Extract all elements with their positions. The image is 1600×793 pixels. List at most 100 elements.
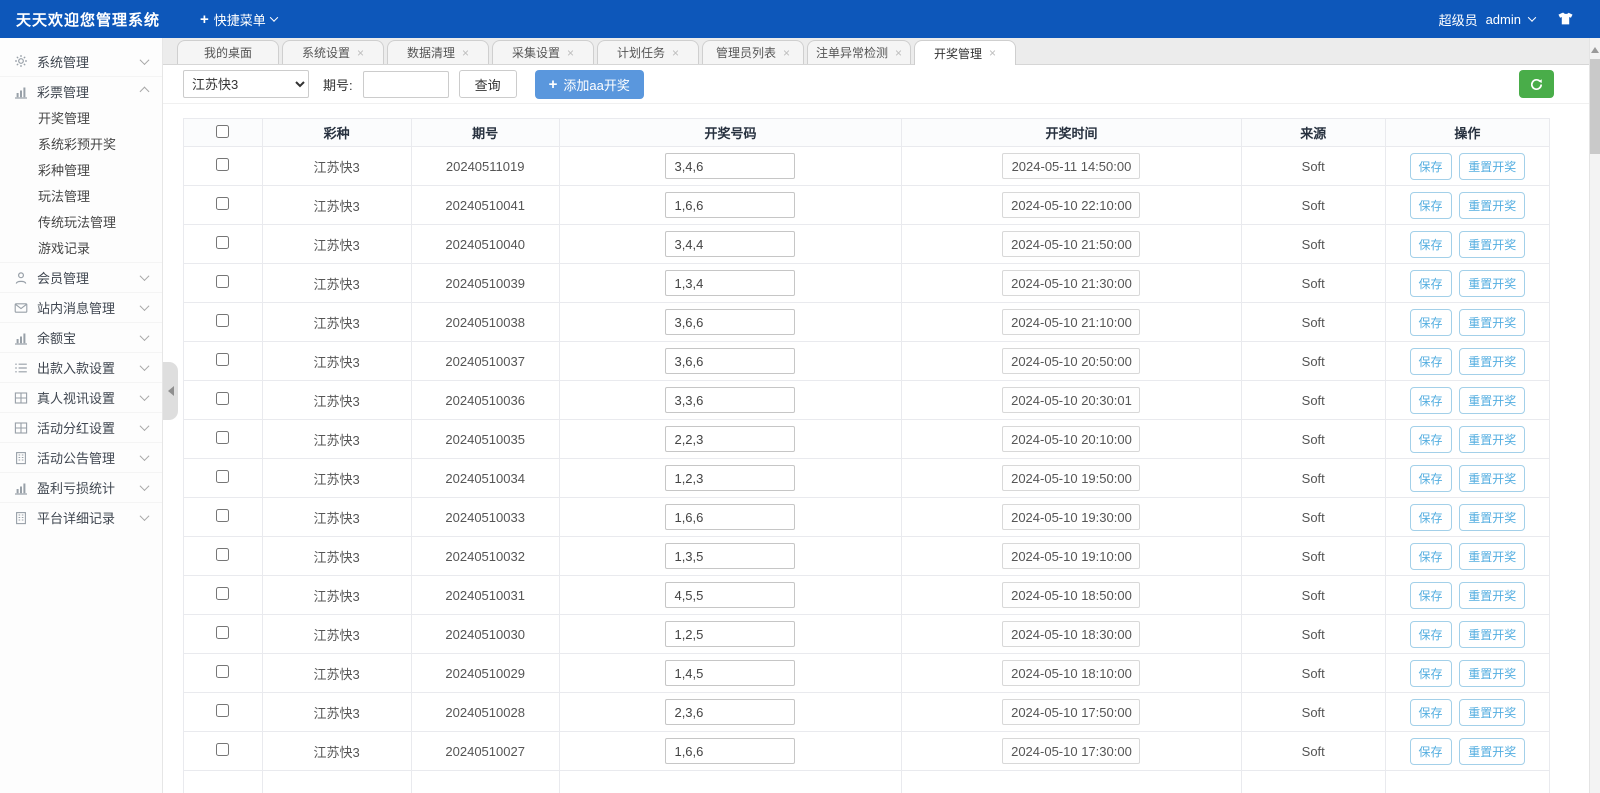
save-button[interactable]: 保存 (1410, 699, 1452, 726)
sidebar-item[interactable]: 真人视讯设置 (0, 382, 162, 412)
row-checkbox[interactable] (216, 704, 229, 717)
draw-numbers-input[interactable] (665, 738, 795, 764)
reset-draw-button[interactable]: 重置开奖 (1459, 231, 1525, 258)
draw-time-input[interactable] (1002, 504, 1140, 530)
draw-time-input[interactable] (1002, 582, 1140, 608)
tab-close-icon[interactable]: × (783, 46, 790, 60)
reset-draw-button[interactable]: 重置开奖 (1459, 192, 1525, 219)
draw-time-input[interactable] (1002, 153, 1140, 179)
draw-time-input[interactable] (1002, 309, 1140, 335)
sidebar-subitem[interactable]: 彩种管理 (0, 158, 162, 184)
tab-close-icon[interactable]: × (462, 46, 469, 60)
tab-close-icon[interactable]: × (989, 46, 996, 60)
save-button[interactable]: 保存 (1410, 231, 1452, 258)
save-button[interactable]: 保存 (1410, 465, 1452, 492)
quick-menu-button[interactable]: + 快捷菜单 (200, 10, 277, 29)
row-checkbox[interactable] (216, 665, 229, 678)
draw-time-input[interactable] (1002, 699, 1140, 725)
row-checkbox[interactable] (216, 548, 229, 561)
reset-draw-button[interactable]: 重置开奖 (1459, 309, 1525, 336)
draw-time-input[interactable] (1002, 387, 1140, 413)
draw-numbers-input[interactable] (665, 621, 795, 647)
sidebar-item[interactable]: 出款入款设置 (0, 352, 162, 382)
row-checkbox[interactable] (216, 587, 229, 600)
row-checkbox[interactable] (216, 392, 229, 405)
tab-close-icon[interactable]: × (895, 46, 902, 60)
save-button[interactable]: 保存 (1410, 309, 1452, 336)
save-button[interactable]: 保存 (1410, 426, 1452, 453)
save-button[interactable]: 保存 (1410, 153, 1452, 180)
save-button[interactable]: 保存 (1410, 582, 1452, 609)
draw-numbers-input[interactable] (665, 309, 795, 335)
sidebar-item[interactable]: 余额宝 (0, 322, 162, 352)
draw-numbers-input[interactable] (665, 153, 795, 179)
tab[interactable]: 计划任务 × (597, 40, 699, 64)
row-checkbox[interactable] (216, 236, 229, 249)
draw-numbers-input[interactable] (665, 699, 795, 725)
sidebar-item[interactable]: 活动分红设置 (0, 412, 162, 442)
draw-numbers-input[interactable] (665, 582, 795, 608)
reset-draw-button[interactable]: 重置开奖 (1459, 387, 1525, 414)
row-checkbox[interactable] (216, 158, 229, 171)
reset-draw-button[interactable]: 重置开奖 (1459, 465, 1525, 492)
tab[interactable]: 数据清理 × (387, 40, 489, 64)
reset-draw-button[interactable]: 重置开奖 (1459, 543, 1525, 570)
row-checkbox[interactable] (216, 353, 229, 366)
sidebar-subitem[interactable]: 传统玩法管理 (0, 210, 162, 236)
row-checkbox[interactable] (216, 509, 229, 522)
sidebar-item[interactable]: 盈利亏损统计 (0, 472, 162, 502)
tab-close-icon[interactable]: × (567, 46, 574, 60)
tab[interactable]: 采集设置 × (492, 40, 594, 64)
draw-numbers-input[interactable] (665, 504, 795, 530)
sidebar-item[interactable]: 活动公告管理 (0, 442, 162, 472)
reset-draw-button[interactable]: 重置开奖 (1459, 582, 1525, 609)
refresh-button[interactable] (1519, 70, 1554, 98)
draw-time-input[interactable] (1002, 231, 1140, 257)
draw-time-input[interactable] (1002, 543, 1140, 569)
row-checkbox[interactable] (216, 470, 229, 483)
sidebar-collapse-handle[interactable] (163, 362, 178, 420)
scrollbar-thumb[interactable] (1590, 59, 1600, 154)
row-checkbox[interactable] (216, 431, 229, 444)
tab[interactable]: 注单异常检测 × (807, 40, 911, 64)
row-checkbox[interactable] (216, 197, 229, 210)
tab[interactable]: 系统设置 × (282, 40, 384, 64)
draw-time-input[interactable] (1002, 348, 1140, 374)
row-checkbox[interactable] (216, 314, 229, 327)
save-button[interactable]: 保存 (1410, 348, 1452, 375)
draw-numbers-input[interactable] (665, 270, 795, 296)
sidebar-subitem[interactable]: 游戏记录 (0, 236, 162, 262)
draw-numbers-input[interactable] (665, 543, 795, 569)
vertical-scrollbar[interactable] (1589, 38, 1600, 793)
draw-time-input[interactable] (1002, 660, 1140, 686)
save-button[interactable]: 保存 (1410, 660, 1452, 687)
save-button[interactable]: 保存 (1410, 192, 1452, 219)
select-all-checkbox[interactable] (216, 125, 229, 138)
draw-time-input[interactable] (1002, 270, 1140, 296)
sidebar-item[interactable]: 平台详细记录 (0, 502, 162, 532)
reset-draw-button[interactable]: 重置开奖 (1459, 348, 1525, 375)
sidebar-item[interactable]: 系统管理 (0, 46, 162, 76)
reset-draw-button[interactable]: 重置开奖 (1459, 504, 1525, 531)
save-button[interactable]: 保存 (1410, 387, 1452, 414)
add-draw-button[interactable]: + 添加aa开奖 (535, 70, 644, 99)
sidebar-item[interactable]: 彩票管理 (0, 76, 162, 106)
reset-draw-button[interactable]: 重置开奖 (1459, 621, 1525, 648)
draw-time-input[interactable] (1002, 192, 1140, 218)
draw-numbers-input[interactable] (665, 660, 795, 686)
query-button[interactable]: 查询 (459, 70, 517, 98)
reset-draw-button[interactable]: 重置开奖 (1459, 699, 1525, 726)
draw-numbers-input[interactable] (665, 348, 795, 374)
reset-draw-button[interactable]: 重置开奖 (1459, 738, 1525, 765)
sidebar-subitem[interactable]: 开奖管理 (0, 106, 162, 132)
draw-numbers-input[interactable] (665, 231, 795, 257)
reset-draw-button[interactable]: 重置开奖 (1459, 270, 1525, 297)
draw-numbers-input[interactable] (665, 192, 795, 218)
tab[interactable]: 开奖管理 × (914, 40, 1016, 65)
save-button[interactable]: 保存 (1410, 543, 1452, 570)
row-checkbox[interactable] (216, 275, 229, 288)
tab-close-icon[interactable]: × (357, 46, 364, 60)
save-button[interactable]: 保存 (1410, 504, 1452, 531)
sidebar-subitem[interactable]: 玩法管理 (0, 184, 162, 210)
scroll-up-arrow-icon[interactable] (1591, 47, 1599, 53)
